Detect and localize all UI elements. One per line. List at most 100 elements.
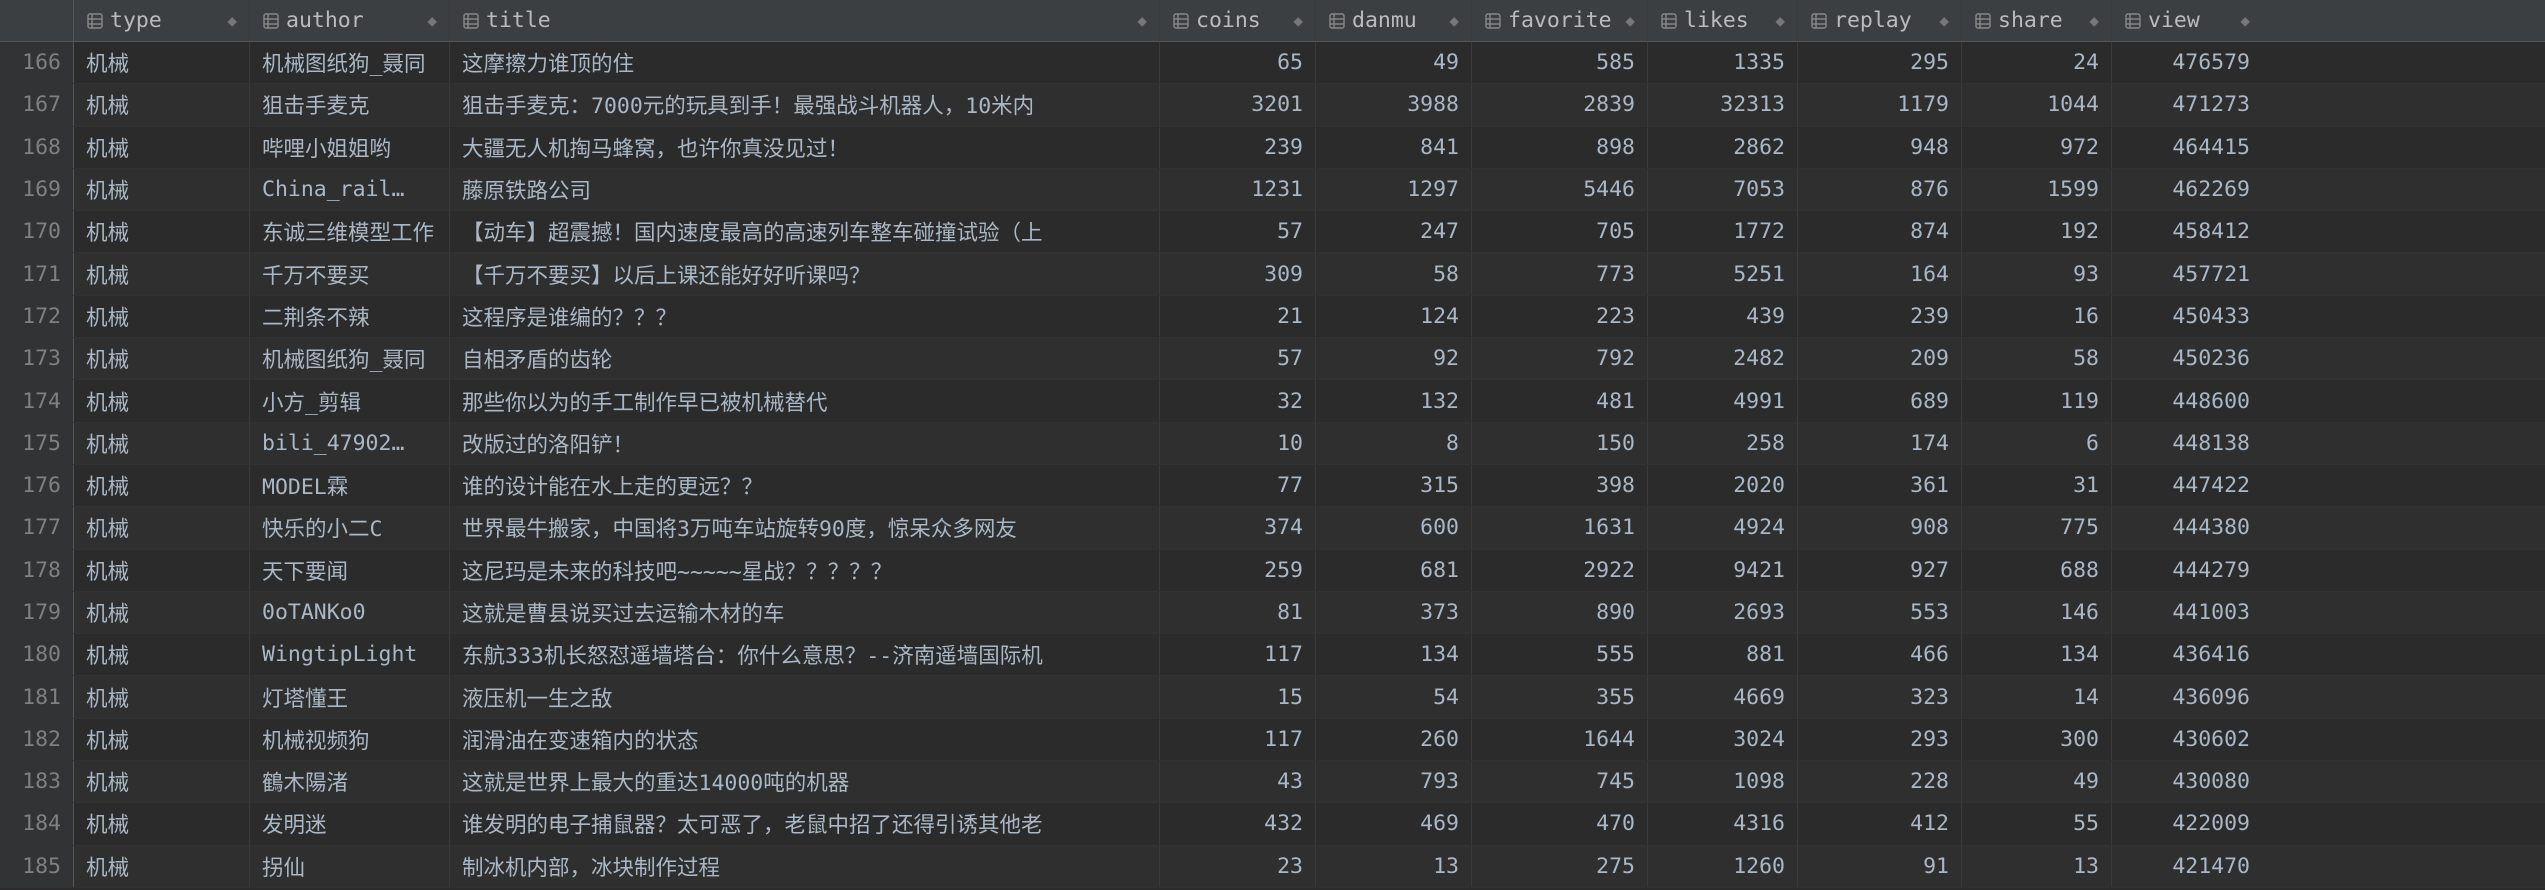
cell-type: 机械 (74, 550, 250, 591)
table-row[interactable]: 166机械机械图纸狗_聂同这摩擦力谁顶的住6549585133529524476… (0, 42, 2545, 84)
table-row[interactable]: 179机械0oTANKo0这就是曹县说买过去运输木材的车813738902693… (0, 592, 2545, 634)
cell-likes: 439 (1648, 296, 1798, 337)
cell-title: 那些你以为的手工制作早已被机械替代 (450, 380, 1160, 421)
table-row[interactable]: 168机械哔哩小姐姐哟大疆无人机掏马蜂窝，也许你真没见过！23984189828… (0, 127, 2545, 169)
cell-title: 谁发明的电子捕鼠器？太可恶了，老鼠中招了还得引诱其他老 (450, 803, 1160, 844)
cell-danmu: 49 (1316, 42, 1472, 83)
table-row[interactable]: 183机械鶴木陽渚这就是世界上最大的重达14000吨的机器43793745109… (0, 761, 2545, 803)
cell-author: 东诚三维模型工作 (250, 211, 450, 252)
header-favorite[interactable]: favorite ◆ (1472, 0, 1648, 41)
table-row[interactable]: 172机械二荆条不辣这程序是谁编的？？？21124223439239164504… (0, 296, 2545, 338)
header-label: replay (1834, 8, 1935, 33)
cell-view: 450236 (2112, 338, 2262, 379)
cell-title: 自相矛盾的齿轮 (450, 338, 1160, 379)
cell-danmu: 1297 (1316, 169, 1472, 210)
table-row[interactable]: 173机械机械图纸狗_聂同自相矛盾的齿轮57927922482209584502… (0, 338, 2545, 380)
header-likes[interactable]: likes ◆ (1648, 0, 1798, 41)
cell-type: 机械 (74, 296, 250, 337)
cell-rownum: 173 (0, 338, 74, 379)
cell-likes: 1772 (1648, 211, 1798, 252)
table-row[interactable]: 181机械灯塔懂王液压机一生之敌1554355466932314436096 (0, 676, 2545, 718)
cell-replay: 874 (1798, 211, 1962, 252)
cell-likes: 4924 (1648, 507, 1798, 548)
table-row[interactable]: 177机械快乐的小二C世界最牛搬家，中国将3万吨车站旋转90度，惊呆众多网友37… (0, 507, 2545, 549)
cell-coins: 239 (1160, 127, 1316, 168)
cell-share: 58 (1962, 338, 2112, 379)
cell-coins: 309 (1160, 253, 1316, 294)
cell-danmu: 54 (1316, 676, 1472, 717)
header-label: danmu (1352, 8, 1445, 33)
header-coins[interactable]: coins ◆ (1160, 0, 1316, 41)
header-danmu[interactable]: danmu ◆ (1316, 0, 1472, 41)
cell-view: 462269 (2112, 169, 2262, 210)
sort-icon[interactable]: ◆ (2089, 11, 2099, 30)
sort-icon[interactable]: ◆ (427, 11, 437, 30)
cell-replay: 876 (1798, 169, 1962, 210)
cell-danmu: 134 (1316, 634, 1472, 675)
cell-replay: 948 (1798, 127, 1962, 168)
cell-author: 机械图纸狗_聂同 (250, 338, 450, 379)
cell-coins: 432 (1160, 803, 1316, 844)
table-row[interactable]: 167机械狙击手麦克狙击手麦克：7000元的玩具到手！最强战斗机器人，10米内3… (0, 84, 2545, 126)
cell-view: 476579 (2112, 42, 2262, 83)
sort-icon[interactable]: ◆ (1939, 11, 1949, 30)
cell-view: 436416 (2112, 634, 2262, 675)
cell-author: 机械视频狗 (250, 719, 450, 760)
table-row[interactable]: 185机械拐仙制冰机内部，冰块制作过程231327512609113421470 (0, 846, 2545, 888)
header-share[interactable]: share ◆ (1962, 0, 2112, 41)
cell-title: 液压机一生之敌 (450, 676, 1160, 717)
column-icon (1810, 12, 1828, 30)
sort-icon[interactable]: ◆ (227, 11, 237, 30)
cell-type: 机械 (74, 42, 250, 83)
sort-icon[interactable]: ◆ (1775, 11, 1785, 30)
header-label: type (110, 8, 223, 33)
header-title[interactable]: title ◆ (450, 0, 1160, 41)
sort-icon[interactable]: ◆ (1449, 11, 1459, 30)
table-row[interactable]: 178机械天下要闻这尼玛是未来的科技吧~~~~~星战？？？？？259681292… (0, 550, 2545, 592)
table-row[interactable]: 171机械千万不要买【千万不要买】以后上课还能好好听课吗？30958773525… (0, 253, 2545, 295)
cell-title: 这就是世界上最大的重达14000吨的机器 (450, 761, 1160, 802)
header-label: title (486, 8, 1133, 33)
cell-replay: 239 (1798, 296, 1962, 337)
table-row[interactable]: 169机械China_rail…藤原铁路公司123112975446705387… (0, 169, 2545, 211)
table-row[interactable]: 170机械东诚三维模型工作【动车】超震撼！国内速度最高的高速列车整车碰撞试验（上… (0, 211, 2545, 253)
cell-rownum: 167 (0, 84, 74, 125)
cell-type: 机械 (74, 846, 250, 887)
cell-favorite: 773 (1472, 253, 1648, 294)
cell-view: 448138 (2112, 423, 2262, 464)
cell-rownum: 171 (0, 253, 74, 294)
sort-icon[interactable]: ◆ (1625, 11, 1635, 30)
table-row[interactable]: 176机械MODEL霖谁的设计能在水上走的更远？？773153982020361… (0, 465, 2545, 507)
cell-view: 450433 (2112, 296, 2262, 337)
table-row[interactable]: 175机械bili_47902…改版过的洛阳铲！1081502581746448… (0, 423, 2545, 465)
cell-author: China_rail… (250, 169, 450, 210)
cell-type: 机械 (74, 761, 250, 802)
cell-replay: 323 (1798, 676, 1962, 717)
header-view[interactable]: view ◆ (2112, 0, 2262, 41)
cell-author: 小方_剪辑 (250, 380, 450, 421)
cell-likes: 7053 (1648, 169, 1798, 210)
cell-type: 机械 (74, 253, 250, 294)
table-row[interactable]: 182机械机械视频狗润滑油在变速箱内的状态1172601644302429330… (0, 719, 2545, 761)
sort-icon[interactable]: ◆ (1293, 11, 1303, 30)
cell-author: 哔哩小姐姐哟 (250, 127, 450, 168)
sort-icon[interactable]: ◆ (1137, 11, 1147, 30)
table-header-row: type ◆ author ◆ title ◆ coins ◆ danmu ◆ … (0, 0, 2545, 42)
cell-likes: 2482 (1648, 338, 1798, 379)
cell-favorite: 2839 (1472, 84, 1648, 125)
cell-favorite: 890 (1472, 592, 1648, 633)
table-row[interactable]: 184机械发明迷谁发明的电子捕鼠器？太可恶了，老鼠中招了还得引诱其他老43246… (0, 803, 2545, 845)
table-row[interactable]: 174机械小方_剪辑那些你以为的手工制作早已被机械替代3213248149916… (0, 380, 2545, 422)
cell-title: 大疆无人机掏马蜂窝，也许你真没见过！ (450, 127, 1160, 168)
column-icon (1974, 12, 1992, 30)
cell-view: 457721 (2112, 253, 2262, 294)
header-type[interactable]: type ◆ (74, 0, 250, 41)
cell-danmu: 247 (1316, 211, 1472, 252)
cell-likes: 1335 (1648, 42, 1798, 83)
header-replay[interactable]: replay ◆ (1798, 0, 1962, 41)
header-rownum[interactable] (0, 0, 74, 41)
sort-icon[interactable]: ◆ (2240, 11, 2250, 30)
cell-replay: 689 (1798, 380, 1962, 421)
header-author[interactable]: author ◆ (250, 0, 450, 41)
table-row[interactable]: 180机械WingtipLight东航333机长怒怼遥墙塔台：你什么意思？--济… (0, 634, 2545, 676)
